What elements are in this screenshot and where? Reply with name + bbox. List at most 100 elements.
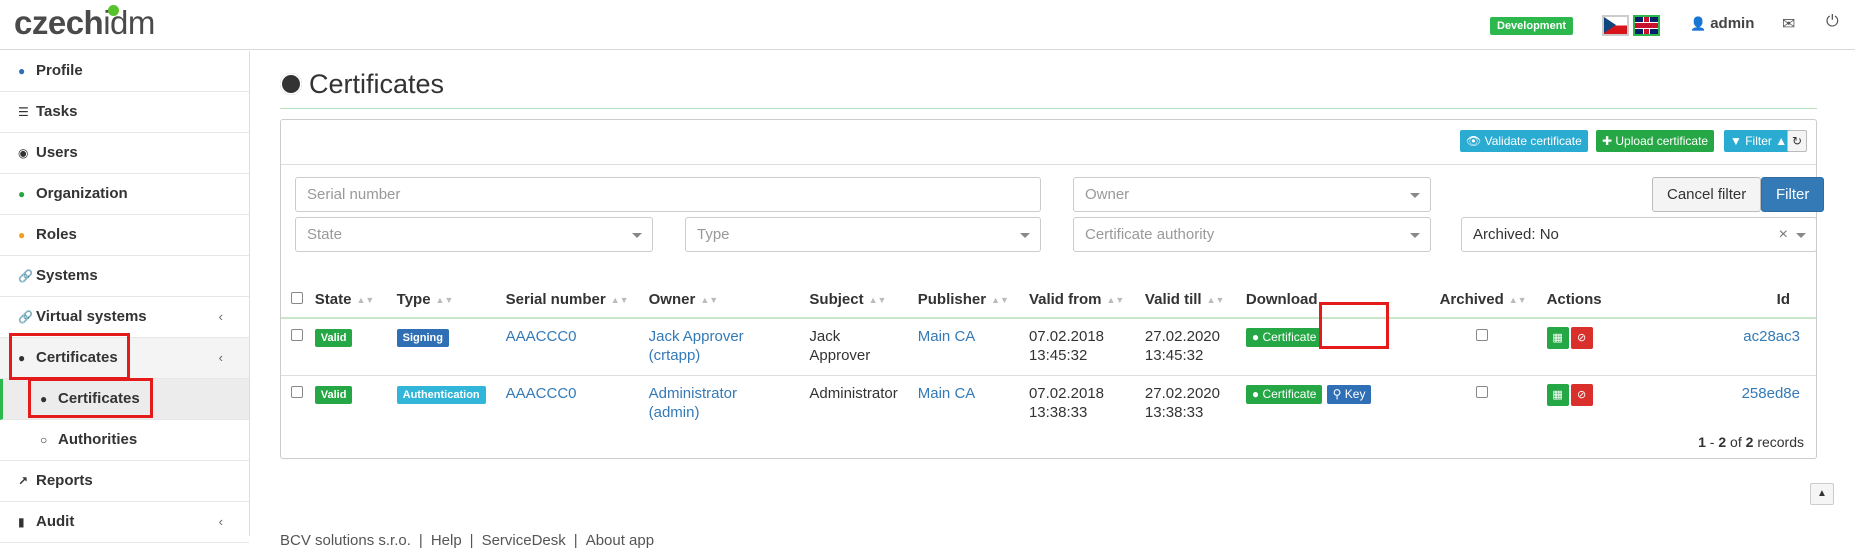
footer-servicedesk-link[interactable]: ServiceDesk	[482, 532, 566, 549]
selected-value: Archived: No	[1473, 226, 1559, 243]
circle-icon: ○	[40, 433, 48, 447]
english-flag-icon[interactable]	[1633, 15, 1660, 36]
owner-link[interactable]: Jack Approver (crtapp)	[649, 328, 744, 364]
serial-number-link[interactable]: AAACCC0	[506, 385, 577, 402]
validate-certificate-button[interactable]: 👁 Validate certificate	[1460, 130, 1588, 152]
calendar-action-icon[interactable]: ▦	[1546, 327, 1569, 349]
sidebar-item-label: Roles	[36, 226, 77, 243]
czech-flag-icon[interactable]	[1602, 15, 1629, 36]
placeholder-text: State	[307, 226, 343, 243]
sidebar-item-label: Users	[36, 144, 78, 161]
key-icon: ⚲	[1332, 386, 1345, 401]
sidebar-item-organization[interactable]: ● Organization	[0, 174, 249, 215]
sidebar-item-profile[interactable]: ● Profile	[0, 51, 249, 92]
owner-select[interactable]: Owner	[1073, 177, 1431, 212]
state-select[interactable]: State	[295, 217, 653, 252]
select-all-checkbox[interactable]	[291, 292, 303, 304]
column-header-archived[interactable]: Archived ▲▼	[1429, 282, 1537, 319]
archived-select[interactable]: Archived: No ×	[1461, 217, 1817, 252]
sidebar-item-label: Profile	[36, 62, 83, 79]
valid-till-time: 13:38:33	[1144, 403, 1204, 421]
app-logo[interactable]: czechidm	[14, 4, 155, 42]
sort-icon: ▲▼	[435, 295, 454, 305]
button-label: Key	[1344, 386, 1366, 401]
owner-link[interactable]: Administrator (admin)	[649, 385, 737, 421]
footer: BCV solutions s.r.o. | Help | ServiceDesk | Ab…	[280, 532, 655, 549]
eye-icon: 👁	[1466, 134, 1485, 148]
filter-toggle-button[interactable]: ▼ Filter ▲	[1724, 130, 1794, 152]
column-label: State	[314, 291, 352, 308]
row-checkbox[interactable]	[291, 329, 303, 341]
user-menu[interactable]: 👤 admin	[1690, 15, 1754, 32]
sidebar-item-tasks[interactable]: ☰ Tasks	[0, 92, 249, 133]
column-label: Type	[396, 291, 431, 308]
sidebar-subitem-authorities[interactable]: ○ Authorities	[0, 420, 249, 461]
publisher-link[interactable]: Main CA	[918, 385, 976, 402]
sidebar-item-users[interactable]: ◉ Users	[0, 133, 249, 174]
download-certificate-button[interactable]: ● Certificate	[1245, 328, 1323, 347]
placeholder-text: Type	[697, 226, 730, 243]
sidebar-item-virtual-systems[interactable]: 🔗 Virtual systems ‹	[0, 297, 249, 338]
records-of: of	[1730, 434, 1742, 450]
table-header-row: State ▲▼ Type ▲▼ Serial number ▲▼ Owner ▲▼ S…	[281, 282, 1816, 319]
cancel-filter-button[interactable]: Cancel filter	[1652, 177, 1762, 212]
column-header-subject[interactable]: Subject ▲▼	[799, 282, 908, 319]
column-header-valid-till[interactable]: Valid till ▲▼	[1134, 282, 1236, 319]
id-link[interactable]: ac28ac3	[1743, 328, 1800, 345]
footer-help-link[interactable]: Help	[431, 532, 462, 549]
serial-number-input[interactable]: Serial number	[295, 177, 1041, 212]
valid-till-time: 13:45:32	[1144, 347, 1204, 364]
sidebar: ● Profile ☰ Tasks ◉ Users ● Organization ● Ro…	[0, 51, 250, 543]
column-header-actions: Actions	[1536, 282, 1732, 319]
records-suffix: records	[1757, 434, 1804, 450]
state-badge: Valid	[314, 329, 353, 347]
placeholder-text: Owner	[1085, 186, 1130, 203]
archived-checkbox	[1475, 385, 1488, 398]
column-header-type[interactable]: Type ▲▼	[386, 282, 496, 319]
calendar-action-icon[interactable]: ▦	[1546, 383, 1569, 406]
clear-icon[interactable]: ×	[1779, 218, 1788, 251]
row-checkbox[interactable]	[291, 385, 303, 398]
highlight-box-sidebar-certificates	[9, 333, 130, 380]
subject-text: Administrator	[809, 384, 898, 402]
sidebar-item-roles[interactable]: ● Roles	[0, 215, 249, 256]
upload-certificate-button[interactable]: ✚ Upload certificate	[1596, 130, 1715, 152]
records-to: 2	[1718, 434, 1727, 450]
sidebar-item-reports[interactable]: ↗ Reports	[0, 461, 249, 502]
apply-filter-button[interactable]: Filter	[1761, 177, 1825, 212]
download-certificate-button[interactable]: ● Certificate	[1245, 384, 1323, 404]
publisher-link[interactable]: Main CA	[918, 328, 976, 345]
download-key-button[interactable]: ⚲ Key	[1326, 384, 1372, 404]
sidebar-item-label: Organization	[36, 185, 128, 202]
users-icon: ◉	[18, 146, 29, 160]
column-header-valid-from[interactable]: Valid from ▲▼	[1018, 282, 1135, 319]
button-label: Filter	[1745, 134, 1772, 148]
column-header-owner[interactable]: Owner ▲▼	[638, 282, 800, 319]
refresh-button[interactable]: ↻	[1787, 130, 1807, 152]
certificate-authority-select[interactable]: Certificate authority	[1073, 217, 1431, 252]
logo-dot-icon	[108, 5, 119, 16]
serial-number-link[interactable]: AAACCC0	[506, 328, 577, 345]
footer-about-link[interactable]: About app	[586, 532, 654, 549]
caret-down-icon	[1796, 233, 1806, 238]
scroll-to-top-button[interactable]: ▲	[1810, 483, 1834, 505]
column-header-publisher[interactable]: Publisher ▲▼	[907, 282, 1019, 319]
sort-icon: ▲▼	[1106, 295, 1125, 305]
column-header-serial-number[interactable]: Serial number ▲▼	[495, 282, 639, 319]
caret-down-icon	[632, 233, 642, 238]
column-header-state[interactable]: State ▲▼	[308, 282, 387, 319]
ban-action-icon[interactable]: ⊘	[1570, 383, 1593, 406]
sidebar-item-label: Reports	[36, 472, 93, 489]
mail-icon[interactable]: ✉	[1782, 14, 1795, 34]
sidebar-item-systems[interactable]: 🔗 Systems	[0, 256, 249, 297]
column-label: Owner	[648, 291, 696, 308]
table-row[interactable]: Valid Authentication AAACCC0 Administrat…	[281, 374, 1816, 432]
id-link[interactable]: 258ed8e	[1742, 385, 1800, 402]
sidebar-item-audit[interactable]: ▮ Audit ‹	[0, 502, 249, 543]
ban-action-icon[interactable]: ⊘	[1570, 327, 1593, 349]
type-select[interactable]: Type	[685, 217, 1041, 252]
sort-icon: ▲▼	[610, 295, 629, 305]
column-label: Actions	[1546, 291, 1602, 308]
logout-icon[interactable]: ⏻	[1826, 13, 1839, 31]
table-row[interactable]: Valid Signing AAACCC0 Jack Approver (crt…	[281, 318, 1816, 375]
